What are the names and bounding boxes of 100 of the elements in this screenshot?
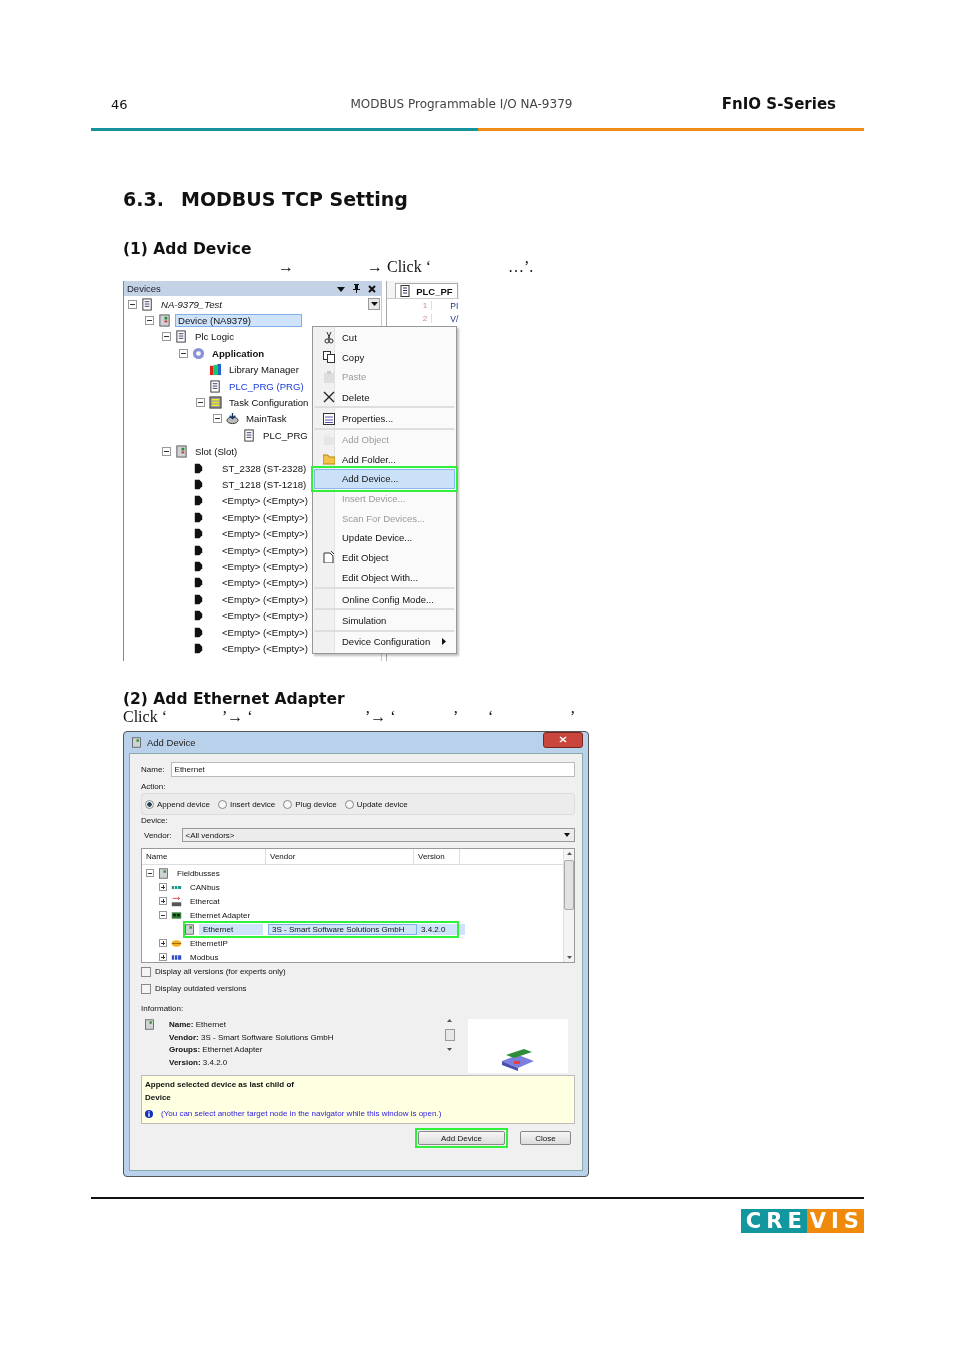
tree-item[interactable]: NA-9379_Test: [158, 297, 225, 311]
menu-item[interactable]: Add Device...: [314, 469, 455, 489]
close-icon: [559, 736, 567, 743]
tree-item[interactable]: <Empty> (<Empty>): [219, 543, 311, 557]
menu-item[interactable]: Copy: [314, 347, 455, 368]
tree-item[interactable]: <Empty> (<Empty>): [219, 559, 311, 573]
device-icon: [144, 1019, 155, 1030]
tree-item[interactable]: <Empty> (<Empty>): [219, 494, 311, 508]
menu-item[interactable]: Add Folder...: [314, 449, 455, 470]
expander-icon[interactable]: [179, 348, 188, 358]
tree-item[interactable]: <Empty> (<Empty>): [219, 527, 311, 541]
module-icon: [192, 461, 205, 475]
scroll-up-icon[interactable]: [566, 852, 572, 855]
tree-item[interactable]: ST_2328 (ST-2328): [219, 461, 310, 475]
device-icon: [184, 923, 195, 935]
submenu-arrow-icon: [442, 638, 446, 646]
expander-icon[interactable]: [159, 953, 167, 961]
menu-item[interactable]: Edit Object With...: [314, 567, 455, 589]
document-icon: [175, 330, 188, 344]
tree-item[interactable]: Ethernet: [199, 923, 264, 935]
checkbox[interactable]: [141, 966, 151, 977]
tree-item[interactable]: PLC_PRG (PRG): [226, 379, 307, 393]
name-field[interactable]: Ethernet: [170, 762, 575, 777]
expander-icon[interactable]: [145, 316, 154, 326]
connector-icon: [192, 625, 205, 639]
column-header[interactable]: Name: [142, 849, 266, 864]
column-header[interactable]: Vendor: [266, 849, 414, 864]
caret-icon[interactable]: [337, 285, 346, 292]
tree-item[interactable]: Ethernet Adapter: [186, 909, 255, 921]
editor-tab[interactable]: PLC_PF: [395, 283, 458, 298]
radio-button[interactable]: [145, 799, 154, 809]
radio-button[interactable]: [217, 799, 227, 809]
module-icon: [192, 478, 205, 491]
scroll-down-icon[interactable]: [566, 956, 572, 959]
expander-icon[interactable]: [159, 883, 167, 891]
menu-item[interactable]: Update Device...: [314, 527, 455, 548]
step-heading: (2) Add Ethernet Adapter: [123, 690, 346, 708]
expander-icon[interactable]: [159, 939, 167, 947]
tree-item[interactable]: <Empty> (<Empty>): [219, 592, 311, 606]
tree-item[interactable]: Ethercat: [186, 895, 224, 907]
tree-item[interactable]: <Empty> (<Empty>): [219, 609, 311, 623]
menu-item[interactable]: Device Configuration: [314, 631, 455, 652]
tree-item[interactable]: EthernetIP: [186, 937, 232, 949]
expander-icon[interactable]: [128, 299, 137, 309]
close-icon[interactable]: [368, 284, 377, 293]
menu-item[interactable]: Delete: [314, 386, 455, 409]
section-title: MODBUS TCP Setting: [181, 188, 408, 210]
tree-item[interactable]: CANbus: [186, 881, 224, 893]
expander-icon[interactable]: [213, 414, 222, 424]
tree-item[interactable]: Plc Logic: [192, 330, 237, 344]
pin-icon[interactable]: [353, 284, 361, 293]
tree-item[interactable]: PLC_PRG: [260, 428, 311, 442]
tree-item[interactable]: Device (NA9379): [175, 314, 303, 328]
expander-icon[interactable]: [196, 398, 205, 408]
tree-item[interactable]: Library Manager: [226, 363, 302, 377]
expander-icon[interactable]: [159, 897, 167, 905]
tree-item[interactable]: <Empty> (<Empty>): [219, 510, 311, 524]
menu-item[interactable]: Cut: [314, 328, 455, 348]
column-header[interactable]: Version: [414, 849, 460, 864]
group-label: Device:: [141, 815, 169, 827]
scroll-up-icon[interactable]: [447, 1019, 452, 1022]
instruction-text: → Click ‘: [367, 258, 432, 277]
expander-icon[interactable]: [162, 332, 171, 342]
hint-title: Append selected device as last child of: [145, 1079, 295, 1090]
vendor-dropdown[interactable]: <All vendors>: [181, 828, 575, 842]
radio-button[interactable]: [283, 799, 293, 809]
tree-item[interactable]: <Empty> (<Empty>): [219, 625, 311, 639]
tree-item[interactable]: Fieldbusses: [173, 867, 224, 879]
checkbox-label: Display all versions (for experts only): [155, 967, 286, 976]
menu-item[interactable]: Properties...: [314, 408, 455, 430]
menu-item[interactable]: Simulation: [314, 610, 455, 632]
dialog-button[interactable]: Add Device: [415, 1128, 508, 1148]
scroll-down-icon[interactable]: [447, 1048, 452, 1051]
menu-item[interactable]: Online Config Mode...: [314, 588, 455, 611]
network-icon: [171, 895, 182, 907]
expander-icon[interactable]: [146, 869, 154, 877]
menu-item[interactable]: Edit Object: [314, 547, 455, 568]
tree-item[interactable]: <Empty> (<Empty>): [219, 641, 311, 655]
field-label: Vendor:: [144, 830, 172, 840]
radio-button[interactable]: [344, 799, 354, 809]
checkbox[interactable]: [141, 983, 151, 994]
instruction-text: Click ‘: [123, 708, 168, 727]
dialog-button[interactable]: Close: [517, 1128, 574, 1148]
tree-item[interactable]: Slot (Slot): [192, 445, 241, 459]
dropdown-button[interactable]: [368, 298, 381, 310]
close-button[interactable]: [543, 731, 583, 748]
tree-item[interactable]: ST_1218 (ST-1218): [219, 478, 310, 491]
tree-item[interactable]: MainTask: [243, 412, 290, 426]
table-cell: 3S - Smart Software Solutions GmbH: [268, 923, 417, 935]
books-icon: [209, 363, 222, 377]
tree-item[interactable]: Modbus: [186, 951, 223, 963]
hint-note: (You can select another target node in the navigator while this window is open.): [161, 1109, 442, 1118]
caret-icon: [564, 833, 570, 837]
tree-item[interactable]: Application: [209, 346, 268, 360]
expander-icon[interactable]: [162, 447, 171, 457]
scrollbar[interactable]: [563, 849, 574, 962]
tree-item[interactable]: Task Configuration: [226, 396, 312, 410]
tree-item[interactable]: <Empty> (<Empty>): [219, 576, 311, 590]
expander-icon[interactable]: [159, 911, 167, 919]
device-icon: [131, 737, 142, 748]
